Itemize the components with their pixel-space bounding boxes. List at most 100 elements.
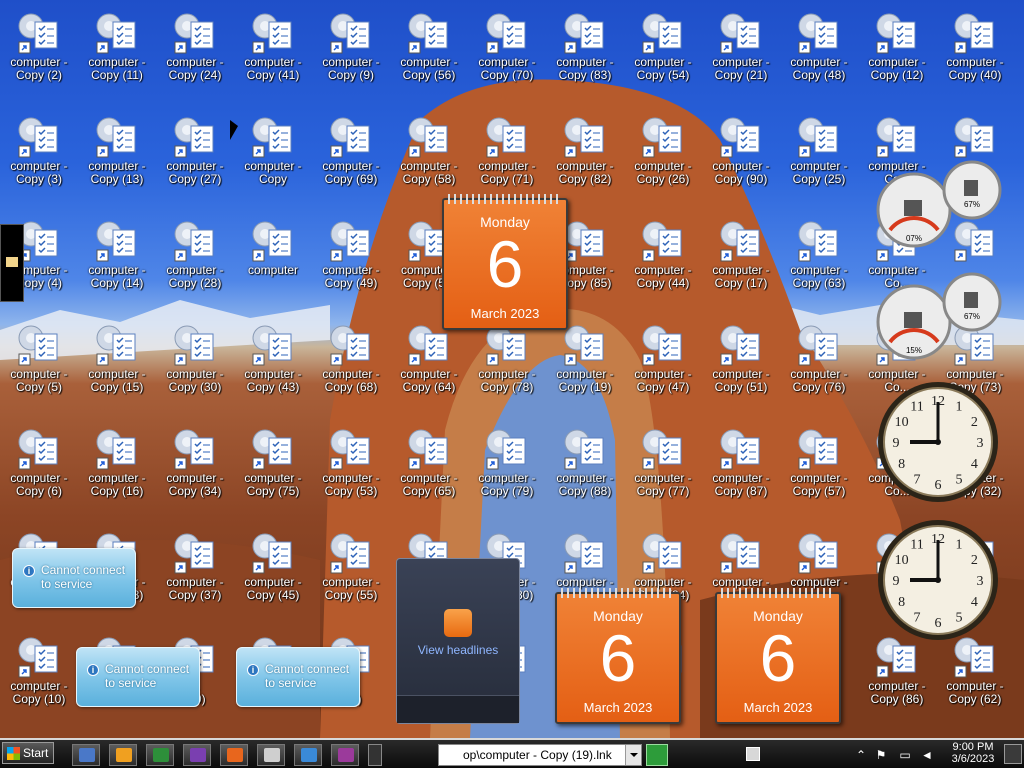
desktop-shortcut[interactable]: computer - Copy (10) bbox=[0, 630, 78, 710]
desktop-shortcut[interactable]: computer - Copy (14) bbox=[78, 214, 156, 294]
desktop-shortcut[interactable]: computer - Copy (83) bbox=[546, 6, 624, 86]
desktop-shortcut[interactable]: computer - Copy (78) bbox=[468, 318, 546, 398]
desktop-shortcut[interactable]: computer - Copy (30) bbox=[156, 318, 234, 398]
desktop-shortcut[interactable]: computer - Copy (63) bbox=[780, 214, 858, 294]
desktop-shortcut[interactable]: computer - Copy (62) bbox=[936, 630, 1014, 710]
desktop-shortcut[interactable]: computer - Copy (41) bbox=[234, 6, 312, 86]
desktop-shortcut[interactable]: computer - Copy (47) bbox=[624, 318, 702, 398]
feed-headlines-gadget[interactable]: View headlines bbox=[396, 558, 520, 724]
calendar-gadget[interactable]: Monday 6 March 2023 bbox=[715, 588, 841, 724]
desktop-shortcut[interactable]: computer - Copy (24) bbox=[156, 6, 234, 86]
network-icon[interactable]: ▭ bbox=[898, 748, 912, 762]
desktop-shortcut[interactable]: computer - Copy (45) bbox=[234, 526, 312, 606]
desktop-shortcut[interactable]: computer - Copy (43) bbox=[234, 318, 312, 398]
desktop-shortcut[interactable]: computer - Copy (37) bbox=[156, 526, 234, 606]
desktop-shortcut[interactable]: computer - Copy (79) bbox=[468, 422, 546, 502]
desktop-shortcut[interactable]: computer - Copy (2) bbox=[0, 6, 78, 86]
show-desktop-button[interactable] bbox=[1004, 744, 1022, 764]
desktop-shortcut[interactable]: computer - Copy (5) bbox=[0, 318, 78, 398]
desktop-shortcut[interactable]: computer - Copy (53) bbox=[312, 422, 390, 502]
desktop-shortcut[interactable]: computer - Copy (58) bbox=[390, 110, 468, 190]
weather-gadget[interactable]: i Cannot connect to service bbox=[236, 647, 360, 707]
desktop-shortcut[interactable]: computer - Copy (11) bbox=[78, 6, 156, 86]
desktop-shortcut[interactable]: computer - Copy (28) bbox=[156, 214, 234, 294]
taskbar-scroll[interactable] bbox=[368, 744, 382, 766]
desktop-shortcut[interactable]: computer - Copy (48) bbox=[780, 6, 858, 86]
quick-launch-button[interactable] bbox=[220, 744, 248, 766]
quick-launch-button[interactable] bbox=[146, 744, 174, 766]
desktop-shortcut[interactable]: computer - Copy (44) bbox=[624, 214, 702, 294]
desktop-shortcut[interactable]: computer - Copy (26) bbox=[624, 110, 702, 190]
quick-launch-button[interactable] bbox=[257, 744, 285, 766]
desktop-shortcut[interactable]: computer - Copy (15) bbox=[78, 318, 156, 398]
chevron-up-icon[interactable]: ⌃ bbox=[854, 748, 868, 762]
desktop-shortcut[interactable]: computer - Copy (19) bbox=[546, 318, 624, 398]
desktop-shortcut[interactable]: computer - Copy (75) bbox=[234, 422, 312, 502]
desktop-shortcut[interactable]: computer - Copy (34) bbox=[156, 422, 234, 502]
desktop-shortcut[interactable]: computer - Copy (86) bbox=[858, 630, 936, 710]
desktop-shortcut[interactable]: computer - Copy (21) bbox=[702, 6, 780, 86]
desktop-shortcut[interactable]: computer - Copy (40) bbox=[936, 6, 1014, 86]
volume-icon[interactable]: ◄ bbox=[920, 748, 934, 762]
start-label: Start bbox=[23, 746, 49, 760]
weather-gadget[interactable]: i Cannot connect to service bbox=[12, 548, 136, 608]
flag-icon[interactable]: ⚑ bbox=[874, 748, 888, 762]
view-headlines-link[interactable]: View headlines bbox=[397, 643, 519, 657]
desktop-shortcut[interactable]: computer - Copy (9) bbox=[312, 6, 390, 86]
desktop-shortcut[interactable]: computer - Copy (56) bbox=[390, 6, 468, 86]
desktop-shortcut[interactable]: computer - Copy (16) bbox=[78, 422, 156, 502]
desktop-shortcut[interactable]: computer - Copy bbox=[234, 110, 312, 190]
desktop-shortcut[interactable]: computer - Copy (54) bbox=[624, 6, 702, 86]
desktop-shortcut[interactable]: computer - Copy (65) bbox=[390, 422, 468, 502]
desktop-shortcut[interactable]: computer - Copy (6) bbox=[0, 422, 78, 502]
chevron-down-icon[interactable] bbox=[625, 745, 641, 765]
desktop-shortcut[interactable]: computer - Copy (64) bbox=[390, 318, 468, 398]
sidebar-tab[interactable] bbox=[0, 224, 24, 302]
desktop-shortcut[interactable]: computer - Copy (82) bbox=[546, 110, 624, 190]
clock-numeral: 11 bbox=[910, 538, 923, 553]
desktop-shortcut[interactable]: computer - Copy (51) bbox=[702, 318, 780, 398]
desktop-shortcut[interactable]: computer - Copy (76) bbox=[780, 318, 858, 398]
cpu-meter-gadget[interactable]: 15% 67% bbox=[874, 272, 1004, 360]
desktop-shortcut[interactable]: computer - Copy (49) bbox=[312, 214, 390, 294]
desktop-shortcut[interactable]: computer - Copy (71) bbox=[468, 110, 546, 190]
quick-launch-button[interactable] bbox=[72, 744, 100, 766]
desktop-shortcut[interactable]: computer - Copy (27) bbox=[156, 110, 234, 190]
computer-shortcut-icon bbox=[17, 116, 61, 160]
desktop-shortcut[interactable]: computer - Copy (13) bbox=[78, 110, 156, 190]
desktop-shortcut[interactable]: computer - Copy (25) bbox=[780, 110, 858, 190]
shortcut-label: computer - Copy (58) bbox=[400, 159, 458, 186]
desktop-shortcut[interactable]: computer - Copy (12) bbox=[858, 6, 936, 86]
go-button[interactable] bbox=[646, 744, 668, 766]
clock-display[interactable]: 9:00 PM 3/6/2023 bbox=[948, 741, 998, 765]
desktop-shortcut[interactable]: computer - Copy (88) bbox=[546, 422, 624, 502]
quick-launch-button[interactable] bbox=[294, 744, 322, 766]
calendar-gadget[interactable]: Monday 6 March 2023 bbox=[442, 194, 568, 330]
clock-gadget[interactable]: 1234567891011 12 bbox=[876, 518, 1000, 642]
desktop-shortcut[interactable]: computer - Copy (3) bbox=[0, 110, 78, 190]
desktop-shortcut[interactable]: computer - Copy (57) bbox=[780, 422, 858, 502]
clock-numeral: 4 bbox=[971, 595, 978, 610]
desktop-shortcut[interactable]: computer bbox=[234, 214, 312, 294]
desktop-shortcut[interactable]: computer - Copy (87) bbox=[702, 422, 780, 502]
shortcut-label: computer - Copy (13) bbox=[88, 159, 146, 186]
desktop-shortcut[interactable]: computer - Copy (70) bbox=[468, 6, 546, 86]
desktop[interactable]: computer - Copy (2) computer - Copy (11) c… bbox=[0, 0, 1024, 738]
weather-gadget[interactable]: i Cannot connect to service bbox=[76, 647, 200, 707]
desktop-shortcut[interactable]: computer - Copy (17) bbox=[702, 214, 780, 294]
desktop-shortcut[interactable]: computer - Copy (68) bbox=[312, 318, 390, 398]
cpu-meter-gadget[interactable]: 07% 67% bbox=[874, 160, 1004, 248]
desktop-shortcut[interactable]: computer - Copy (55) bbox=[312, 526, 390, 606]
clock-gadget[interactable]: 1234567891011 12 bbox=[876, 380, 1000, 504]
calendar-gadget[interactable]: Monday 6 March 2023 bbox=[555, 588, 681, 724]
start-button[interactable]: Start bbox=[2, 742, 54, 764]
firefox-icon bbox=[227, 748, 243, 762]
quick-launch-button[interactable] bbox=[109, 744, 137, 766]
desktop-shortcut[interactable]: computer - Copy (90) bbox=[702, 110, 780, 190]
address-toolbar[interactable]: op\computer - Copy (19).lnk bbox=[438, 744, 642, 766]
desktop-shortcut[interactable]: computer - Copy (69) bbox=[312, 110, 390, 190]
quick-launch-button[interactable] bbox=[331, 744, 359, 766]
quick-launch-button[interactable] bbox=[183, 744, 211, 766]
desktop-shortcut[interactable]: computer - Copy (77) bbox=[624, 422, 702, 502]
notepad-icon[interactable] bbox=[746, 747, 760, 761]
